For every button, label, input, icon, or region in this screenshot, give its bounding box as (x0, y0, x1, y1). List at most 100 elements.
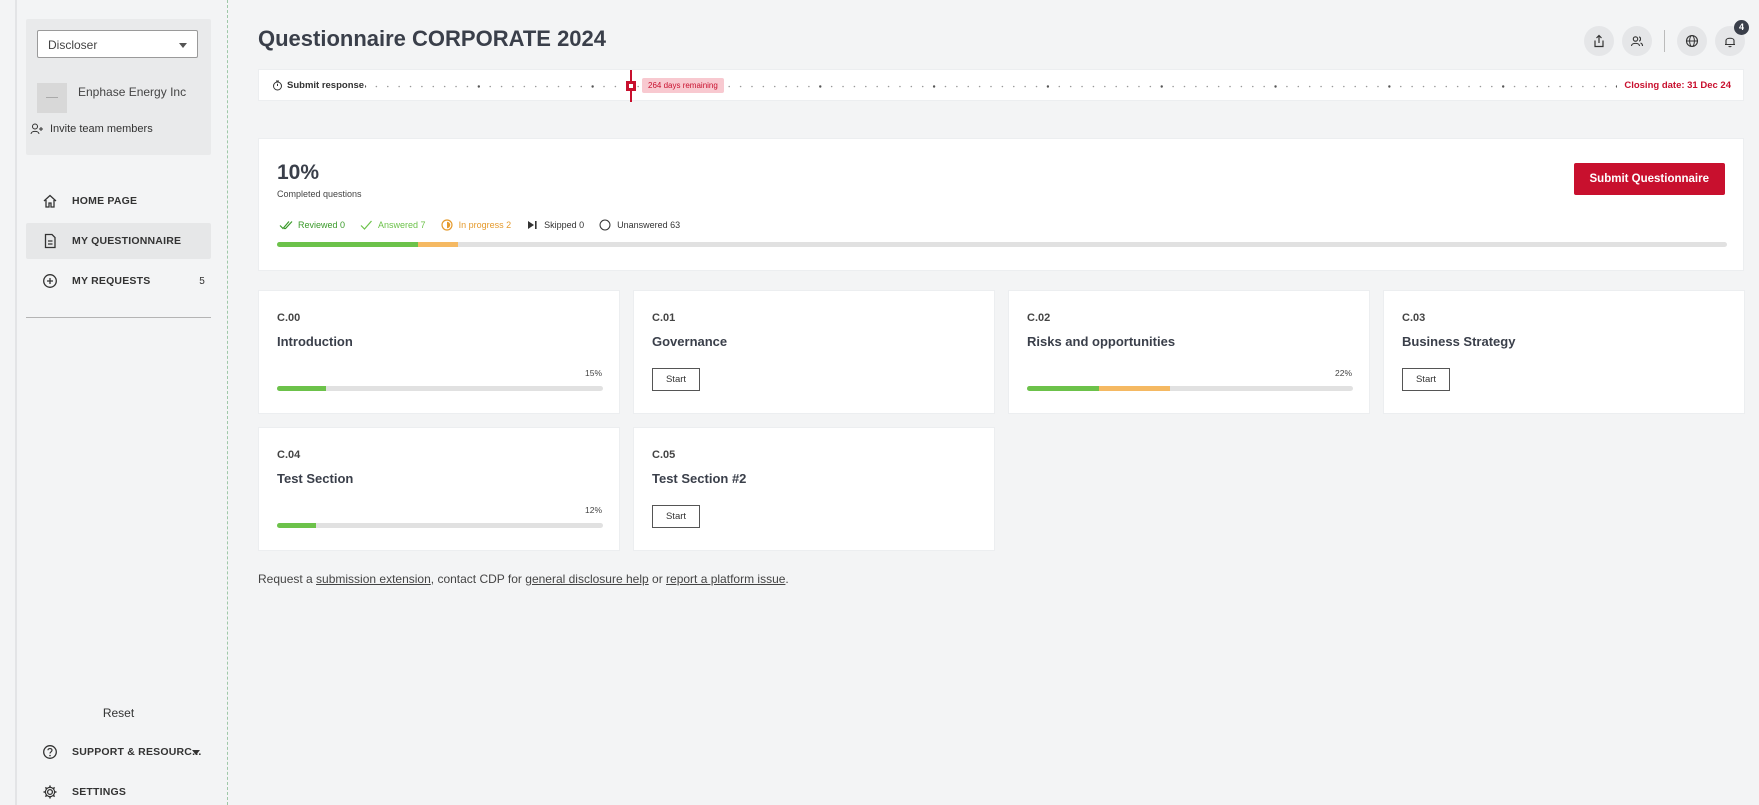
team-button[interactable] (1622, 26, 1652, 56)
timer-icon (273, 80, 282, 91)
timeline-tick (1582, 85, 1584, 88)
section-percent: 22% (1334, 368, 1352, 378)
sidebar-item-settings[interactable]: SETTINGS (26, 774, 211, 805)
timeline-tick (990, 85, 992, 88)
timeline-tick (967, 85, 970, 88)
section-card-c04[interactable]: C.04 Test Section 12% (258, 427, 620, 551)
section-progress-bar (277, 523, 603, 528)
reset-button[interactable]: Reset (26, 706, 211, 720)
timeline-tick (932, 85, 936, 88)
timeline-tick (819, 85, 822, 88)
bell-icon (1725, 37, 1735, 48)
sidebar-item-my-questionnaire[interactable]: MY QUESTIONNAIRE (26, 223, 211, 259)
document-icon (44, 233, 56, 249)
section-card-c01[interactable]: C.01 Governance Start (633, 290, 995, 414)
submission-extension-link[interactable]: submission extension (316, 572, 431, 586)
section-percent: 12% (584, 505, 602, 515)
section-code: C.00 (277, 312, 301, 324)
overall-progress-bar (277, 242, 1727, 247)
account-panel: Discloser Enphase Energy Inc Invite team… (26, 19, 211, 155)
deadline-timeline: Submit response 264 days remaining Closi… (258, 69, 1744, 102)
start-button[interactable]: Start (652, 505, 700, 528)
timeline-tick (1104, 85, 1106, 88)
timeline-tick (842, 85, 844, 88)
timeline-tick (637, 85, 639, 88)
footer-text: , contact CDP for (430, 572, 526, 586)
timeline-tick (1411, 85, 1413, 88)
team-icon (1630, 36, 1644, 47)
timeline-tick (865, 85, 867, 88)
plus-circle-icon (43, 274, 57, 288)
timeline-tick (1274, 85, 1277, 88)
start-button[interactable]: Start (1402, 368, 1450, 391)
timeline-tick (1525, 85, 1527, 88)
section-card-c02[interactable]: C.02 Risks and opportunities 22% (1008, 290, 1370, 414)
sidebar-bottom-nav: SUPPORT & RESOURC... SETTINGS (26, 734, 211, 805)
timeline-tick (1513, 85, 1516, 88)
today-marker (626, 70, 636, 102)
notifications-button[interactable]: 4 (1715, 20, 1749, 56)
page-title: Questionnaire CORPORATE 2024 (258, 26, 607, 51)
section-card-c03[interactable]: C.03 Business Strategy Start (1383, 290, 1745, 414)
timeline-tick (796, 85, 799, 88)
share-icon (1594, 34, 1604, 48)
timeline-tick (1058, 85, 1061, 88)
sidebar-item-label: SUPPORT & RESOURC... (72, 746, 202, 758)
timeline-tick (1035, 85, 1038, 88)
role-select[interactable]: Discloser (37, 30, 198, 58)
timeline-tick (546, 85, 548, 88)
timeline-tick (1593, 85, 1596, 88)
section-code: C.01 (652, 312, 676, 324)
language-button[interactable] (1677, 26, 1707, 56)
timeline-tick (365, 85, 367, 88)
section-card-c05[interactable]: C.05 Test Section #2 Start (633, 427, 995, 551)
timeline-tick (910, 85, 913, 88)
sidebar: Discloser Enphase Energy Inc Invite team… (17, 0, 228, 805)
submit-questionnaire-button[interactable]: Submit Questionnaire (1573, 163, 1725, 195)
timeline-tick (591, 85, 594, 88)
timeline-tick (1229, 85, 1231, 88)
timeline-tick (489, 85, 491, 88)
timeline-tick (421, 85, 423, 88)
timeline-tick (853, 85, 856, 88)
start-button[interactable]: Start (652, 368, 700, 391)
help-footer: Request a submission extension, contact … (258, 572, 789, 586)
section-percent: 15% (584, 368, 602, 378)
sidebar-item-my-requests[interactable]: MY REQUESTS 5 (26, 263, 211, 299)
timeline-tick (944, 85, 947, 88)
in-progress-segment (417, 242, 459, 247)
timeline-tick (432, 85, 435, 88)
timeline-tick (512, 85, 514, 88)
header-actions: 4 (1584, 20, 1749, 56)
timeline-tick (1092, 85, 1095, 88)
company-name: Enphase Energy Inc (78, 85, 187, 99)
sidebar-divider (26, 317, 211, 318)
report-issue-link[interactable]: report a platform issue (666, 572, 785, 586)
share-button[interactable] (1584, 26, 1614, 56)
sidebar-item-support[interactable]: SUPPORT & RESOURC... (26, 734, 211, 770)
timeline-tick (386, 85, 389, 88)
timeline-tick (1046, 85, 1050, 88)
sidebar-item-label: MY QUESTIONNAIRE (72, 235, 182, 247)
legend-answered: Answered 7 (359, 219, 426, 231)
timeline-tick (1422, 85, 1425, 88)
section-name: Business Strategy (1402, 334, 1516, 349)
footer-text: . (785, 572, 789, 586)
disclosure-help-link[interactable]: general disclosure help (525, 572, 648, 586)
timeline-tick (1217, 85, 1220, 88)
section-name: Test Section #2 (652, 471, 747, 486)
timeline-tick (1501, 85, 1505, 88)
section-card-c00[interactable]: C.00 Introduction 15% (258, 290, 620, 414)
app-shell: Discloser Enphase Energy Inc Invite team… (0, 0, 1759, 805)
sidebar-item-home[interactable]: HOME PAGE (26, 183, 211, 219)
timeline-tick (1115, 85, 1117, 88)
timeline-tick (1456, 85, 1459, 88)
progress-summary-card: 10% Completed questions Reviewed 0 Answe… (258, 138, 1744, 271)
chevron-down-icon (192, 750, 200, 755)
timeline-tick (921, 85, 924, 88)
invite-team-link[interactable]: Invite team members (30, 123, 153, 135)
section-name: Introduction (277, 334, 353, 349)
timeline-tick (1024, 85, 1026, 88)
add-user-icon (30, 123, 43, 135)
section-code: C.03 (1402, 312, 1426, 324)
